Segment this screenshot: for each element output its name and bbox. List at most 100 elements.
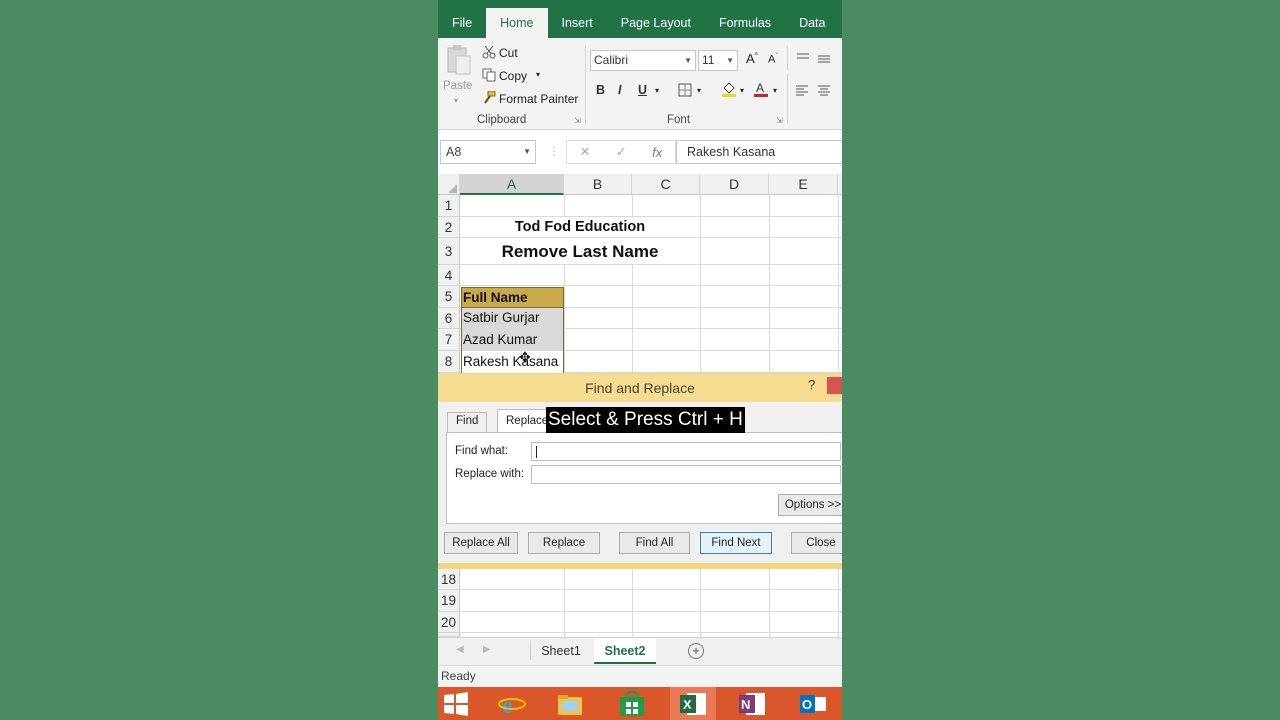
- row-header-6[interactable]: 6: [438, 308, 460, 329]
- underline-button[interactable]: U: [638, 83, 647, 97]
- excel-icon[interactable]: X: [679, 691, 707, 717]
- close-button[interactable]: Close: [791, 532, 842, 554]
- align-center-icon[interactable]: [817, 84, 831, 96]
- cut-button[interactable]: Cut: [480, 43, 550, 63]
- windows-start-icon[interactable]: [442, 691, 470, 717]
- store-icon[interactable]: [618, 691, 646, 717]
- tab-find[interactable]: Find: [447, 412, 488, 432]
- cell-a7[interactable]: Azad Kumar: [461, 329, 564, 351]
- column-header-e[interactable]: E: [769, 174, 838, 195]
- row-header-20[interactable]: 20: [438, 612, 460, 633]
- borders-icon[interactable]: [678, 83, 692, 97]
- gridline: [460, 611, 842, 612]
- background-left: [0, 0, 438, 720]
- shrink-font-icon[interactable]: Aˇ: [768, 53, 778, 66]
- tab-data[interactable]: Data: [785, 8, 839, 38]
- grow-font-icon[interactable]: A^: [746, 51, 758, 66]
- column-header-d[interactable]: D: [700, 174, 769, 195]
- column-header-b[interactable]: B: [564, 174, 632, 195]
- formula-value: Rakesh Kasana: [687, 145, 776, 159]
- select-all-corner[interactable]: [438, 174, 460, 195]
- background-right: [842, 0, 1280, 720]
- row-header-18[interactable]: 18: [438, 569, 460, 590]
- row-header-2[interactable]: 2: [438, 217, 460, 238]
- scroll-right-icon[interactable]: ▶: [483, 644, 491, 655]
- cell-a8[interactable]: Rakesh Kasana: [461, 351, 564, 373]
- enter-icon[interactable]: ✓: [616, 144, 627, 160]
- sheet-tab-sheet2[interactable]: Sheet2: [594, 638, 656, 664]
- column-header-a[interactable]: A: [460, 174, 564, 195]
- find-next-button[interactable]: Find Next: [700, 532, 772, 554]
- copy-label: Copy: [499, 69, 528, 83]
- italic-button[interactable]: I: [618, 83, 621, 97]
- column-header-partial: [838, 174, 842, 195]
- cell-a5[interactable]: Full Name: [461, 287, 564, 308]
- font-color-icon[interactable]: A: [753, 81, 769, 97]
- row-header-4[interactable]: 4: [438, 265, 460, 286]
- file-explorer-icon[interactable]: [556, 691, 584, 717]
- find-replace-dialog: Find and Replace ? Find Replace Find wha…: [438, 373, 842, 569]
- plus-icon: +: [692, 643, 700, 658]
- find-all-button[interactable]: Find All: [619, 532, 690, 554]
- close-icon[interactable]: [827, 377, 842, 394]
- scissors-icon: [482, 45, 496, 59]
- sheet-tab-sheet1[interactable]: Sheet1: [534, 638, 588, 664]
- paste-button[interactable]: Paste ▾: [442, 44, 474, 106]
- row-header-5[interactable]: 5: [438, 286, 460, 308]
- bold-button[interactable]: B: [596, 83, 605, 97]
- align-left-icon[interactable]: [795, 84, 809, 96]
- sheet-subtitle: Remove Last Name: [501, 242, 659, 261]
- font-name-select[interactable]: Calibri ▼: [590, 50, 696, 71]
- gridline: [564, 195, 565, 217]
- row-header-7[interactable]: 7: [438, 329, 460, 351]
- row-header-8[interactable]: 8: [438, 351, 460, 373]
- formula-input[interactable]: Rakesh Kasana: [676, 140, 842, 164]
- options-button[interactable]: Options >>: [778, 494, 842, 516]
- row-header-1[interactable]: 1: [438, 195, 460, 217]
- help-icon[interactable]: ?: [808, 377, 815, 392]
- tab-home[interactable]: Home: [486, 8, 548, 38]
- add-sheet-button[interactable]: +: [688, 643, 704, 659]
- cancel-icon[interactable]: ✕: [580, 144, 591, 160]
- onenote-icon[interactable]: N: [738, 691, 766, 717]
- align-top-icon[interactable]: [796, 52, 810, 64]
- scroll-left-icon[interactable]: ◀: [456, 644, 464, 655]
- name-cell-text: Rakesh Kasana: [463, 354, 559, 369]
- dialog-launcher-icon[interactable]: ⇲: [574, 116, 581, 125]
- more-icon: ⋮: [548, 144, 560, 158]
- fill-color-icon[interactable]: [721, 81, 737, 97]
- font-size-select[interactable]: 11 ▼: [698, 50, 738, 71]
- tab-page-layout[interactable]: Page Layout: [607, 8, 705, 38]
- replace-button[interactable]: Replace: [528, 532, 600, 554]
- tab-insert[interactable]: Insert: [548, 8, 607, 38]
- group-separator: [585, 46, 586, 124]
- chevron-down-icon: ▾: [697, 86, 702, 95]
- svg-text:e: e: [502, 693, 513, 717]
- find-what-input[interactable]: [531, 442, 841, 461]
- chevron-down-icon: ▾: [773, 86, 778, 95]
- replace-with-label: Replace with:: [455, 468, 525, 480]
- dialog-launcher-icon[interactable]: ⇲: [776, 116, 783, 125]
- internet-explorer-icon[interactable]: e: [498, 691, 526, 717]
- align-middle-icon[interactable]: [817, 53, 831, 65]
- group-separator: [787, 74, 788, 124]
- format-painter-button[interactable]: Format Painter: [480, 89, 580, 109]
- dialog-title: Find and Replace: [438, 374, 842, 402]
- column-header-c[interactable]: C: [632, 174, 700, 195]
- insert-function-icon[interactable]: fx: [652, 145, 662, 160]
- tab-formulas[interactable]: Formulas: [705, 8, 785, 38]
- replace-all-button[interactable]: Replace All: [444, 532, 518, 554]
- worksheet-grid-bottom: 18 19 20: [438, 569, 842, 637]
- paste-icon: [447, 45, 471, 75]
- chevron-down-icon: ▼: [726, 56, 734, 65]
- name-box[interactable]: A8 ▼: [440, 140, 536, 164]
- cell-a6[interactable]: Satbir Gurjar: [461, 308, 564, 329]
- copy-button[interactable]: Copy ▾: [480, 66, 550, 86]
- row-header-19[interactable]: 19: [438, 590, 460, 612]
- text-caret: [536, 446, 537, 458]
- outlook-icon[interactable]: O: [799, 691, 827, 717]
- tab-file[interactable]: File: [438, 8, 486, 38]
- chevron-down-icon: ▾: [536, 70, 541, 79]
- row-header-3[interactable]: 3: [438, 238, 460, 265]
- replace-with-input[interactable]: [531, 465, 841, 484]
